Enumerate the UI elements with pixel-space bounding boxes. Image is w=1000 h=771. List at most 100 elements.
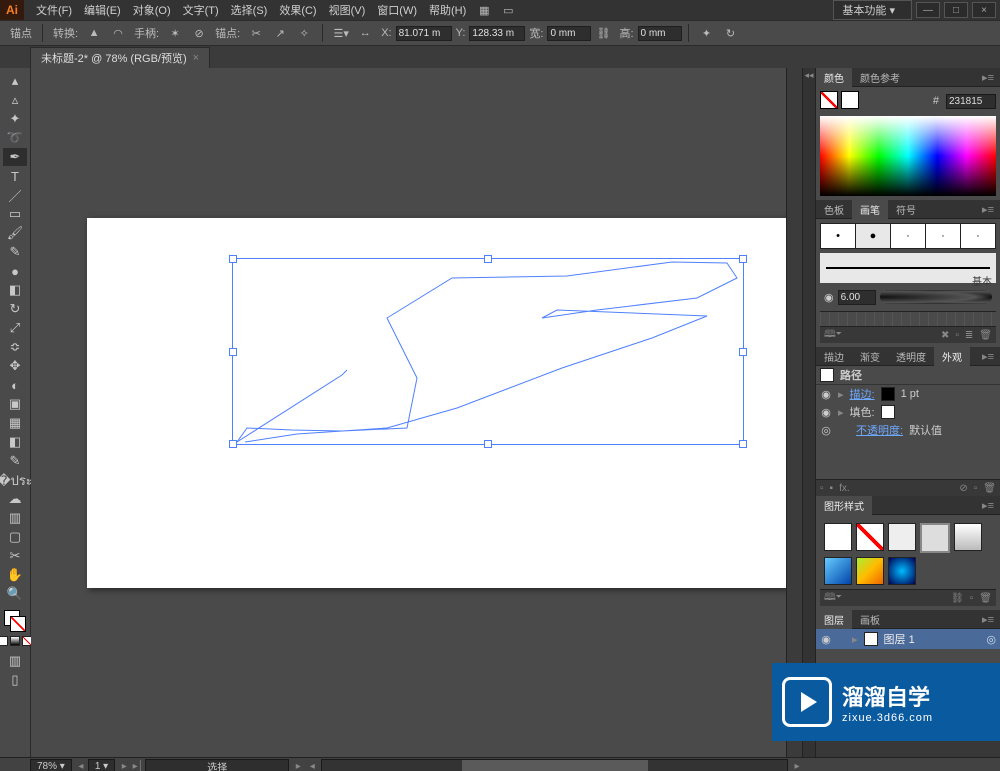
hex-field[interactable] — [946, 94, 996, 109]
paintbrush-tool[interactable]: 🖌 — [3, 224, 27, 242]
y-field[interactable] — [469, 26, 525, 41]
menu-help[interactable]: 帮助(H) — [423, 2, 472, 18]
eyedropper-tool[interactable]: ✎ — [3, 452, 27, 470]
symbol-tool[interactable]: ☁ — [3, 490, 27, 508]
tab-color-guide[interactable]: 颜色参考 — [852, 68, 908, 87]
artboard-prev[interactable]: ◂ — [74, 761, 88, 771]
draw-mode-tool[interactable]: ▯ — [3, 671, 27, 689]
clear-icon[interactable]: ⊘ — [959, 483, 967, 494]
menu-window[interactable]: 窗口(W) — [371, 2, 423, 18]
brush-delete-icon[interactable]: 🗑 — [979, 330, 992, 341]
horizontal-scrollbar[interactable] — [321, 759, 788, 771]
menu-edit[interactable]: 编辑(E) — [78, 2, 127, 18]
layers-panel-menu[interactable]: ▸≡ — [976, 613, 1000, 626]
align-ref-icon[interactable]: ☰▾ — [332, 24, 350, 42]
appearance-row-fill[interactable]: ◉ ▸ 填色: — [816, 403, 1000, 421]
zoom-display[interactable]: 78% ▾ — [30, 759, 72, 771]
brush-size-ruler[interactable] — [820, 311, 996, 326]
dup-icon[interactable]: ▫ — [974, 483, 978, 494]
window-minimize[interactable]: — — [916, 2, 940, 18]
appearance-row-stroke[interactable]: ◉ ▸ 描边: 1 pt — [816, 385, 1000, 403]
w-field[interactable] — [547, 26, 591, 41]
menu-select[interactable]: 选择(S) — [225, 2, 274, 18]
rotate-tool[interactable]: ↻ — [3, 300, 27, 318]
menu-effect[interactable]: 效果(C) — [273, 2, 322, 18]
isolate-icon[interactable]: ✦ — [698, 24, 716, 42]
visibility-icon[interactable]: ◉ — [820, 388, 832, 401]
brush-size-field[interactable] — [838, 290, 876, 305]
brush-options-icon2[interactable]: ≣ — [965, 330, 973, 341]
color-stroke-swatch[interactable] — [841, 91, 859, 109]
trash-icon[interactable]: 🗑 — [983, 483, 996, 494]
style-swatch[interactable] — [824, 523, 852, 551]
window-close[interactable]: × — [972, 2, 996, 18]
brush-dot-2[interactable]: · — [891, 224, 926, 248]
style-swatch[interactable] — [920, 523, 950, 553]
add-effect-icon[interactable]: fx. — [839, 483, 850, 494]
tab-stroke[interactable]: 描边 — [816, 347, 852, 366]
hand-tool[interactable]: ✋ — [3, 566, 27, 584]
menu-object[interactable]: 对象(O) — [127, 2, 177, 18]
styles-break-icon[interactable]: ⛓ — [951, 593, 964, 604]
brush-panel-menu[interactable]: ▸≡ — [976, 203, 1000, 216]
brush-new-icon[interactable]: ▫ — [955, 330, 959, 341]
align-horiz-icon[interactable]: ↔ — [356, 24, 374, 42]
style-swatch[interactable] — [856, 557, 884, 585]
handle-show-icon[interactable]: ✶ — [166, 24, 184, 42]
window-maximize[interactable]: □ — [944, 2, 968, 18]
layer-name[interactable]: 图层 1 — [884, 631, 915, 647]
scroll-right[interactable]: ▸ — [790, 761, 804, 771]
lasso-tool[interactable]: ➰ — [3, 129, 27, 147]
artboard-last[interactable]: ▸│ — [131, 761, 145, 771]
free-transform-tool[interactable]: ✥ — [3, 357, 27, 375]
artboard-nav[interactable]: 1 ▾ — [88, 759, 115, 771]
convert-smooth-icon[interactable]: ◠ — [109, 24, 127, 42]
layer-visibility-icon[interactable]: ◉ — [820, 633, 832, 646]
link-wh-icon[interactable]: ⛓ — [594, 24, 612, 42]
h-field[interactable] — [638, 26, 682, 41]
pencil-tool[interactable]: ✎ — [3, 243, 27, 261]
tab-color[interactable]: 颜色 — [816, 68, 852, 87]
style-swatch[interactable] — [888, 557, 916, 585]
style-swatch[interactable] — [856, 523, 884, 551]
style-swatch[interactable] — [824, 557, 852, 585]
appearance-panel-menu[interactable]: ▸≡ — [976, 350, 1000, 363]
menu-view[interactable]: 视图(V) — [323, 2, 372, 18]
brush-dot-3[interactable]: · — [926, 224, 961, 248]
style-swatch[interactable] — [888, 523, 916, 551]
menu-file[interactable]: 文件(F) — [30, 2, 78, 18]
tab-symbols[interactable]: 符号 — [888, 200, 924, 219]
mesh-tool[interactable]: ▦ — [3, 414, 27, 432]
line-tool[interactable]: ／ — [3, 186, 27, 204]
brush-dot-big[interactable]: ● — [856, 224, 891, 248]
direct-selection-tool[interactable]: ▵ — [3, 91, 27, 109]
layer-expand-icon[interactable]: ▸ — [852, 633, 858, 646]
menu-type[interactable]: 文字(T) — [177, 2, 225, 18]
connect-anchor-icon[interactable]: ↗ — [271, 24, 289, 42]
style-swatch[interactable] — [954, 523, 982, 551]
zoom-tool[interactable]: 🔍 — [3, 585, 27, 603]
stroke-color-swatch[interactable] — [881, 387, 895, 401]
remove-anchor-icon[interactable]: ✂ — [247, 24, 265, 42]
x-field[interactable] — [396, 26, 452, 41]
styles-lib-icon[interactable]: 🕮⏷ — [824, 590, 842, 607]
color-spectrum[interactable] — [820, 116, 996, 196]
styles-new-icon[interactable]: ▫ — [970, 593, 974, 604]
artboard-tool[interactable]: ▢ — [3, 528, 27, 546]
slice-tool[interactable]: ✂ — [3, 547, 27, 565]
expand-icon[interactable]: ▸ — [838, 388, 844, 401]
scale-tool[interactable]: ⤢ — [3, 319, 27, 337]
fill-stroke-control[interactable] — [4, 610, 26, 632]
opacity-label[interactable]: 不透明度: — [856, 422, 903, 438]
transform-icon[interactable]: ↻ — [722, 24, 740, 42]
type-tool[interactable]: T — [3, 167, 27, 185]
tab-appearance[interactable]: 外观 — [934, 347, 970, 366]
styles-panel-menu[interactable]: ▸≡ — [976, 499, 1000, 512]
handle-hide-icon[interactable]: ⊘ — [190, 24, 208, 42]
vertical-scrollbar[interactable] — [786, 68, 802, 757]
tab-graphic-styles[interactable]: 图形样式 — [816, 496, 872, 515]
artboard-next[interactable]: ▸ — [117, 761, 131, 771]
brush-basic-preview[interactable]: 基本 — [820, 253, 996, 283]
canvas[interactable] — [31, 68, 802, 757]
blend-tool[interactable]: �ประ — [3, 471, 27, 489]
